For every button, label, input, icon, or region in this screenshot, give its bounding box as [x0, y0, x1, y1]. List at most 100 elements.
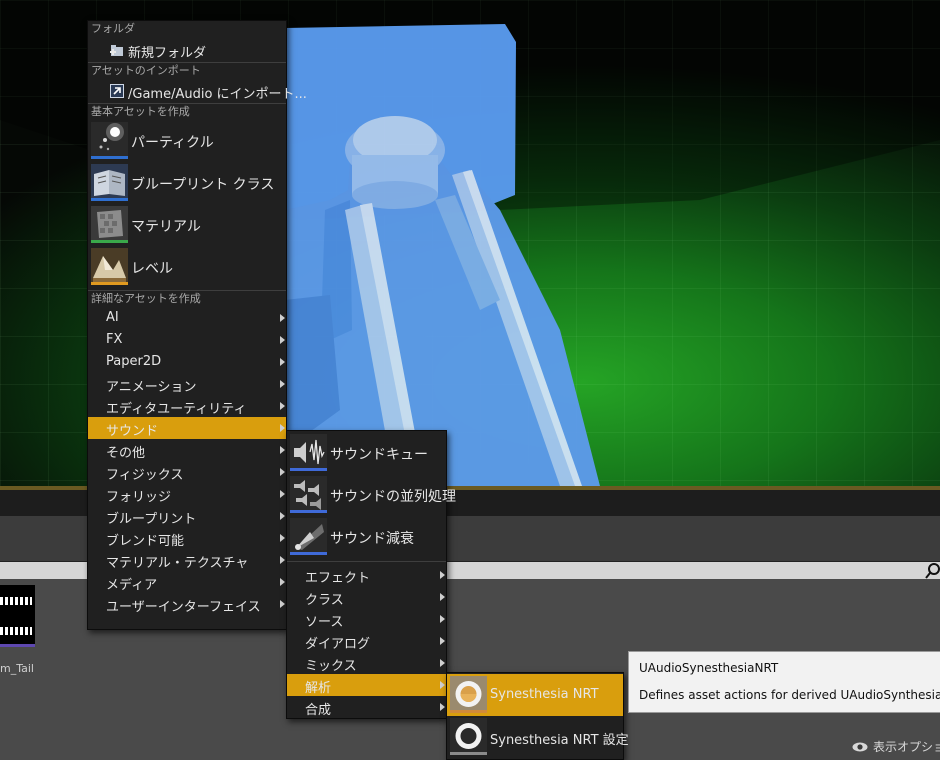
- submenu-sound[interactable]: サウンド: [88, 417, 286, 439]
- sound-type-bar: [290, 552, 327, 555]
- submenu-ai[interactable]: AI: [88, 307, 286, 329]
- submenu-label: フォリッジ: [106, 490, 172, 505]
- create-level-label: レベル: [131, 261, 173, 277]
- submenu-label: Paper2D: [106, 354, 162, 369]
- sound-concurrency-icon: [290, 476, 327, 513]
- create-sound-attenuation-item[interactable]: サウンド減衰: [287, 516, 446, 558]
- submenu-label: ユーザーインターフェイス: [106, 600, 261, 615]
- submenu-label: FX: [106, 332, 123, 347]
- import-item[interactable]: /Game/Audio にインポート...: [88, 79, 307, 103]
- waveform-strip: [0, 597, 32, 605]
- new-folder-item[interactable]: 新規フォルダ: [88, 38, 286, 62]
- chevron-right-icon: [280, 534, 285, 542]
- create-sound-concurrency-item[interactable]: サウンドの並列処理: [287, 474, 456, 516]
- create-blueprint-class-item[interactable]: ブループリント クラス: [88, 162, 286, 204]
- section-header-basic: 基本アセットを作成: [88, 103, 286, 120]
- submenu-misc[interactable]: その他: [88, 439, 286, 461]
- chevron-right-icon: [440, 593, 445, 601]
- chevron-right-icon: [280, 512, 285, 520]
- submenu-label: ブループリント: [106, 512, 197, 527]
- submenu-user-interface[interactable]: ユーザーインターフェイス: [88, 593, 286, 615]
- create-material-item[interactable]: マテリアル: [88, 204, 286, 246]
- settings-type-bar: [450, 752, 487, 755]
- create-particle-label: パーティクル: [131, 135, 214, 151]
- asset-tooltip: UAudioSynesthesiaNRT Defines asset actio…: [628, 651, 940, 713]
- chevron-right-icon: [440, 659, 445, 667]
- create-blueprint-class-label: ブループリント クラス: [131, 177, 275, 193]
- synesthesia-type-bar: [450, 710, 487, 713]
- submenu-mix[interactable]: ミックス: [287, 652, 446, 674]
- view-options-button[interactable]: 表示オプション: [852, 738, 940, 755]
- submenu-label: ソース: [305, 615, 344, 630]
- create-synesthesia-nrt-item[interactable]: Synesthesia NRT: [447, 674, 623, 716]
- section-header-folder: フォルダ: [91, 22, 135, 35]
- submenu-blueprint[interactable]: ブループリント: [88, 505, 286, 527]
- eye-icon: [852, 742, 868, 752]
- submenu-animation[interactable]: アニメーション: [88, 373, 286, 395]
- section-header-import: アセットのインポート: [88, 62, 286, 79]
- section-header-advanced: 詳細なアセットを作成: [88, 290, 286, 307]
- level-icon: [91, 248, 128, 285]
- material-type-bar: [91, 240, 128, 243]
- chevron-right-icon: [280, 578, 285, 586]
- asset-thumbnail[interactable]: [0, 585, 35, 647]
- submenu-label: ダイアログ: [305, 637, 371, 652]
- sound-submenu: サウンドキュー サウンドの並列処理 サウンド減衰 エフェクト クラス ソース ダ…: [286, 430, 456, 719]
- submenu-label: 合成: [305, 703, 332, 718]
- submenu-blendables[interactable]: ブレンド可能: [88, 527, 286, 549]
- submenu-synthesis[interactable]: 合成: [287, 696, 446, 718]
- submenu-media[interactable]: メディア: [88, 571, 286, 593]
- create-particle-item[interactable]: パーティクル: [88, 120, 286, 162]
- create-synesthesia-nrt-settings-item[interactable]: Synesthesia NRT 設定: [447, 716, 629, 758]
- chevron-right-icon: [440, 681, 445, 689]
- submenu-label: サウンド: [106, 424, 159, 439]
- create-sound-cue-label: サウンドキュー: [330, 447, 428, 463]
- submenu-fx[interactable]: FX: [88, 329, 286, 351]
- submenu-classes[interactable]: クラス: [287, 586, 446, 608]
- submenu-label: メディア: [106, 578, 158, 593]
- create-level-item[interactable]: レベル: [88, 246, 286, 288]
- submenu-sources[interactable]: ソース: [287, 608, 446, 630]
- asset-name-label: m_Tail: [0, 662, 34, 675]
- submenu-label: マテリアル・テクスチャ: [106, 556, 249, 571]
- tooltip-description: Defines asset actions for derived UAudio…: [639, 688, 940, 702]
- submenu-materials-textures[interactable]: マテリアル・テクスチャ: [88, 549, 286, 571]
- create-sound-cue-item[interactable]: サウンドキュー: [287, 432, 446, 474]
- folder-plus-icon: [110, 45, 123, 56]
- submenu-analysis[interactable]: 解析: [287, 674, 446, 696]
- submenu-label: ミックス: [305, 659, 357, 674]
- import-label: /Game/Audio にインポート...: [128, 87, 307, 102]
- submenu-foliage[interactable]: フォリッジ: [88, 483, 286, 505]
- submenu-label: エディタユーティリティ: [106, 402, 247, 417]
- synesthesia-nrt-settings-icon: [450, 718, 487, 755]
- menu-separator: [287, 558, 446, 562]
- level-type-bar: [91, 282, 128, 285]
- sound-type-bar: [290, 468, 327, 471]
- submenu-effects[interactable]: エフェクト: [287, 564, 446, 586]
- submenu-label: AI: [106, 310, 119, 325]
- add-asset-context-menu: フォルダ 新規フォルダ アセットのインポート /Game/Audio にインポー…: [87, 20, 307, 630]
- submenu-physics[interactable]: フィジックス: [88, 461, 286, 483]
- submenu-label: 解析: [305, 681, 332, 696]
- chevron-right-icon: [440, 703, 445, 711]
- submenu-editor-utility[interactable]: エディタユーティリティ: [88, 395, 286, 417]
- waveform-strip: [0, 627, 32, 635]
- blueprint-icon: [91, 164, 128, 201]
- submenu-label: ブレンド可能: [106, 534, 185, 549]
- submenu-label: クラス: [305, 593, 344, 608]
- chevron-right-icon: [280, 336, 285, 344]
- chevron-right-icon: [440, 615, 445, 623]
- create-synesthesia-nrt-label: Synesthesia NRT: [490, 687, 599, 702]
- sound-type-bar: [290, 510, 327, 513]
- create-sound-concurrency-label: サウンドの並列処理: [330, 489, 456, 505]
- search-icon[interactable]: [924, 562, 940, 579]
- chevron-right-icon: [440, 571, 445, 579]
- chevron-right-icon: [280, 446, 285, 454]
- chevron-right-icon: [280, 402, 285, 410]
- particle-icon: [91, 122, 128, 159]
- blueprint-type-bar: [91, 198, 128, 201]
- submenu-paper2d[interactable]: Paper2D: [88, 351, 286, 373]
- submenu-dialogue[interactable]: ダイアログ: [287, 630, 446, 652]
- particle-type-bar: [91, 156, 128, 159]
- chevron-right-icon: [280, 358, 285, 366]
